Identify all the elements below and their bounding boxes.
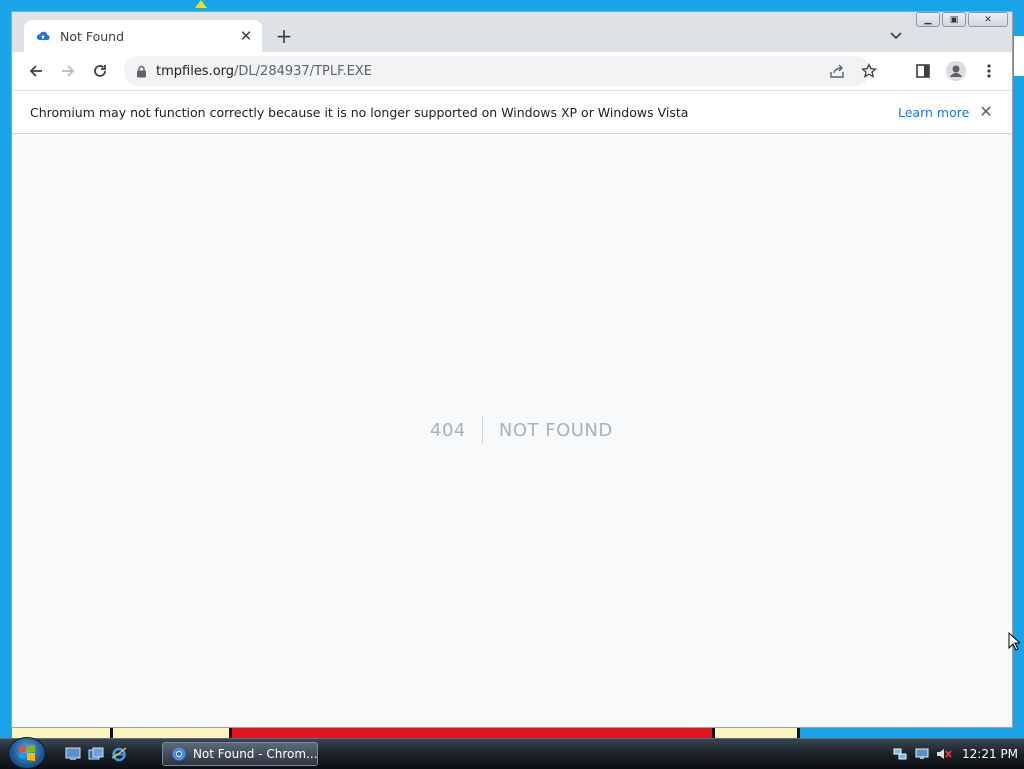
new-tab-button[interactable]: +: [272, 24, 296, 48]
error-text: NOT FOUND: [498, 419, 613, 441]
cloud-upload-icon: [36, 29, 50, 43]
back-arrow-icon[interactable]: [23, 58, 49, 84]
mouse-cursor-icon: [1008, 632, 1020, 651]
windows-logo-icon: [19, 745, 35, 761]
desktop-wallpaper-fragment: [1014, 36, 1024, 76]
show-desktop-icon[interactable]: [64, 745, 82, 763]
internet-explorer-icon[interactable]: [110, 745, 128, 763]
taskbar-chromium-button[interactable]: Not Found - Chrom...: [162, 742, 318, 766]
infobar-message: Chromium may not function correctly beca…: [30, 105, 689, 120]
url-path: /DL/284937/TPLF.EXE: [234, 63, 372, 79]
error-divider: [481, 416, 483, 444]
minimize-button[interactable]: ▁: [916, 12, 940, 27]
monitor-network-icon[interactable]: [914, 746, 930, 762]
browser-window: Not Found ✕ + ▁ ▣ ✕ tmpfiles.org/DL/2849…: [11, 11, 1013, 728]
tab-close-icon[interactable]: ✕: [234, 24, 258, 48]
error-code: 404: [430, 419, 466, 441]
kebab-menu-icon[interactable]: [976, 58, 1002, 84]
profile-avatar-icon[interactable]: [943, 58, 969, 84]
tab-search-chevron-icon[interactable]: [884, 24, 908, 48]
tab-title: Not Found: [60, 28, 125, 44]
url-text[interactable]: tmpfiles.org/DL/284937/TPLF.EXE: [156, 64, 372, 79]
unsupported-os-infobar: Chromium may not function correctly beca…: [12, 90, 1012, 134]
tab-active[interactable]: Not Found ✕: [24, 20, 262, 52]
taskbar: Not Found - Chrom... 12:21 PM: [0, 737, 1024, 769]
address-bar[interactable]: tmpfiles.org/DL/284937/TPLF.EXE: [124, 56, 877, 86]
bookmark-star-icon[interactable]: [856, 58, 882, 84]
tab-strip: Not Found ✕ + ▁ ▣ ✕: [12, 12, 1012, 52]
desktop-wallpaper-fragment: [195, 0, 207, 8]
infobar-close-icon[interactable]: ✕: [976, 101, 996, 121]
chromium-icon: [171, 746, 187, 762]
error-message: 404 NOT FOUND: [430, 416, 613, 444]
forward-arrow-icon[interactable]: [55, 58, 81, 84]
taskbar-button-label: Not Found - Chrom...: [192, 747, 317, 761]
page-content: 404 NOT FOUND: [12, 134, 1012, 727]
side-panel-icon[interactable]: [910, 58, 936, 84]
learn-more-link[interactable]: Learn more: [898, 105, 969, 120]
close-window-button[interactable]: ✕: [968, 12, 1008, 27]
share-icon[interactable]: [824, 58, 850, 84]
start-button[interactable]: [8, 737, 46, 769]
url-domain: tmpfiles.org: [156, 63, 235, 79]
switch-windows-icon[interactable]: [87, 745, 105, 763]
system-tray: 12:21 PM: [886, 739, 1024, 769]
volume-muted-icon[interactable]: [936, 746, 952, 762]
browser-toolbar: tmpfiles.org/DL/284937/TPLF.EXE: [12, 52, 1012, 90]
network-icon[interactable]: [892, 746, 908, 762]
lock-icon[interactable]: [134, 64, 148, 78]
window-controls: ▁ ▣ ✕: [916, 12, 1008, 28]
taskbar-clock[interactable]: 12:21 PM: [962, 747, 1018, 761]
reload-icon[interactable]: [87, 58, 113, 84]
maximize-button[interactable]: ▣: [942, 12, 966, 27]
